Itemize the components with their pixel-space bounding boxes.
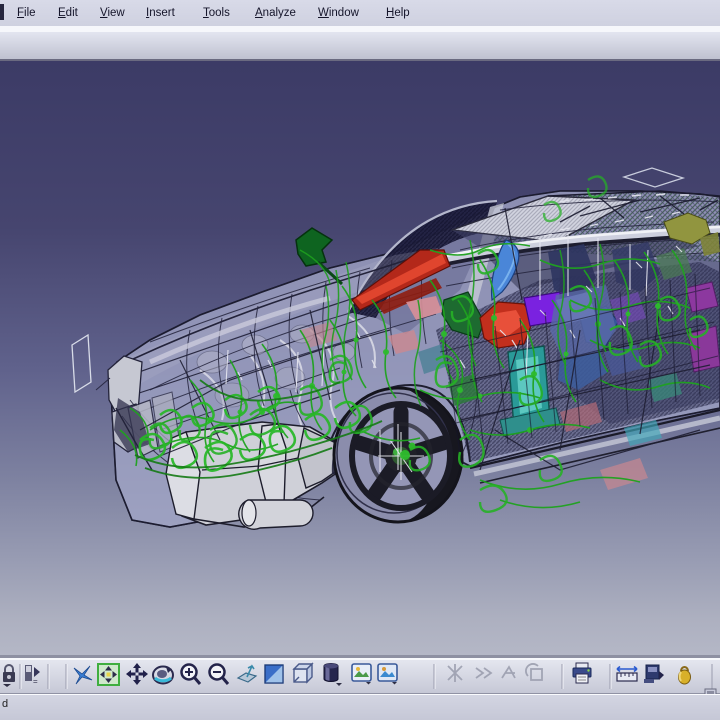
svg-text:=: = xyxy=(33,677,38,686)
